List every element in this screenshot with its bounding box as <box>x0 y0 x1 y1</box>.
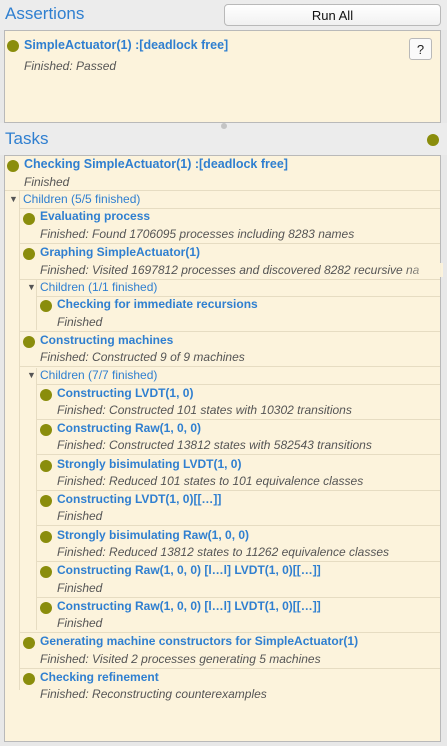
task-name[interactable]: Evaluating process <box>40 209 150 223</box>
run-all-button[interactable]: Run All <box>224 4 441 26</box>
task-status-icon <box>40 389 52 401</box>
divider <box>20 243 440 244</box>
tasks-header: Tasks <box>0 123 447 155</box>
task-name[interactable]: Graphing SimpleActuator(1) <box>40 245 200 259</box>
task-status: Finished: Reduced 13812 states to 11262 … <box>57 545 389 559</box>
task-status: Finished <box>57 315 103 329</box>
task-name[interactable]: Generating machine constructors for Simp… <box>40 634 358 648</box>
divider <box>20 632 440 633</box>
divider <box>37 419 440 420</box>
tasks-title: Tasks <box>5 129 49 148</box>
task-status-icon <box>40 566 52 578</box>
task-status-icon <box>40 531 52 543</box>
task-status-icon <box>23 637 35 649</box>
task-status: Finished: Constructed 13812 states with … <box>57 438 372 452</box>
divider <box>37 490 440 491</box>
divider <box>20 366 440 367</box>
tasks-status-icon <box>427 134 439 146</box>
task-status-icon <box>40 300 52 312</box>
divider <box>37 384 440 385</box>
task-status: Finished: Visited 2 processes generating… <box>40 652 321 666</box>
task-status-icon <box>23 248 35 260</box>
task-name[interactable]: Constructing Raw(1, 0, 0) [l…l] LVDT(1, … <box>57 599 321 613</box>
task-status: Finished: Constructed 9 of 9 machines <box>40 350 245 364</box>
divider <box>37 597 440 598</box>
task-status-icon <box>40 495 52 507</box>
assertion-status-icon <box>7 40 19 52</box>
task-name[interactable]: Constructing machines <box>40 333 173 347</box>
root-task-status-icon <box>7 160 19 172</box>
task-status-icon <box>40 602 52 614</box>
divider <box>37 561 440 562</box>
task-status-icon <box>23 336 35 348</box>
task-name[interactable]: Strongly bisimulating LVDT(1, 0) <box>57 457 241 471</box>
disclosure-triangle-icon[interactable]: ▼ <box>27 282 36 292</box>
task-status: Finished <box>57 509 103 523</box>
divider <box>20 668 440 669</box>
divider <box>37 525 440 526</box>
text-overflow-fade <box>403 263 443 277</box>
root-task-status: Finished <box>24 175 70 189</box>
task-name[interactable]: Checking refinement <box>40 670 159 684</box>
root-task-name[interactable]: Checking SimpleActuator(1) :[deadlock fr… <box>24 157 288 171</box>
task-name[interactable]: Checking for immediate recursions <box>57 297 258 311</box>
task-status: Finished: Visited 1697812 processes and … <box>40 263 420 277</box>
task-status: Finished: Constructed 101 states with 10… <box>57 403 352 417</box>
children-toggle[interactable]: Children (5/5 finished) <box>23 192 140 206</box>
task-status: Finished <box>57 616 103 630</box>
splitter-handle-icon[interactable] <box>221 123 227 129</box>
task-status: Finished <box>57 581 103 595</box>
assertions-title: Assertions <box>5 4 85 23</box>
task-status-icon <box>40 460 52 472</box>
task-name[interactable]: Constructing Raw(1, 0, 0) <box>57 421 201 435</box>
task-name[interactable]: Strongly bisimulating Raw(1, 0, 0) <box>57 528 249 542</box>
divider <box>37 454 440 455</box>
help-button[interactable]: ? <box>409 38 432 60</box>
task-status-icon <box>23 673 35 685</box>
task-status: Finished: Reduced 101 states to 101 equi… <box>57 474 364 488</box>
task-status-icon <box>23 213 35 225</box>
divider <box>5 190 440 191</box>
divider <box>20 331 440 332</box>
children-toggle[interactable]: Children (1/1 finished) <box>40 280 157 294</box>
disclosure-triangle-icon[interactable]: ▼ <box>9 194 18 204</box>
children-toggle[interactable]: Children (7/7 finished) <box>40 368 157 382</box>
assertion-status: Finished: Passed <box>24 59 117 73</box>
disclosure-triangle-icon[interactable]: ▼ <box>27 370 36 380</box>
tree-guide <box>19 190 20 690</box>
task-name[interactable]: Constructing LVDT(1, 0) <box>57 386 193 400</box>
task-status-icon <box>40 424 52 436</box>
tree-guide <box>36 368 37 630</box>
assertions-header: Assertions Run All <box>0 0 447 30</box>
tree-guide <box>36 280 37 330</box>
task-name[interactable]: Constructing LVDT(1, 0)[[…]] <box>57 492 221 506</box>
task-status: Finished: Reconstructing counterexamples <box>40 687 267 701</box>
assertion-name[interactable]: SimpleActuator(1) :[deadlock free] <box>24 38 228 52</box>
task-status: Finished: Found 1706095 processes includ… <box>40 227 355 241</box>
task-name[interactable]: Constructing Raw(1, 0, 0) [l…l] LVDT(1, … <box>57 563 321 577</box>
